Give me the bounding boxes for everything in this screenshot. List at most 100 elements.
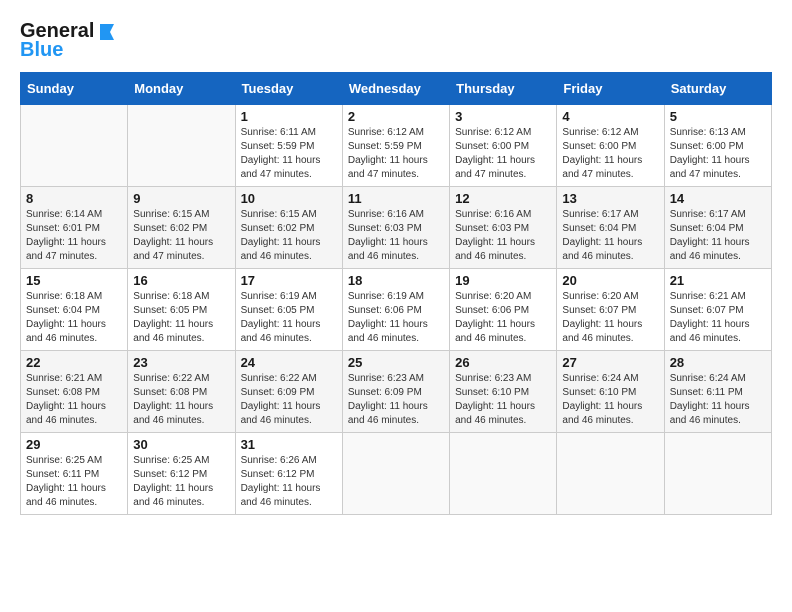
- calendar-cell: 26 Sunrise: 6:23 AMSunset: 6:10 PMDayligh…: [450, 351, 557, 433]
- calendar-cell: 30Sunrise: 6:25 AMSunset: 6:12 PMDayligh…: [128, 433, 235, 515]
- day-info: Sunrise: 6:17 AMSunset: 6:04 PMDaylight:…: [562, 208, 658, 264]
- calendar-cell: 31 Sunrise: 6:26 AMSunset: 6:12 PMDayligh…: [235, 433, 342, 515]
- day-number: 2: [348, 109, 444, 124]
- day-info: Sunrise: 6:17 AMSunset: 6:04 PMDaylight:…: [670, 208, 766, 264]
- calendar-cell: 29 Sunrise: 6:25 AMSunset: 6:11 PMDayligh…: [21, 433, 128, 515]
- day-number: 8: [26, 191, 122, 206]
- day-info: Sunrise: 6:26 AMSunset: 6:12 PMDaylight:…: [241, 454, 337, 510]
- day-info: Sunrise: 6:13 AMSunset: 6:00 PMDaylight:…: [670, 126, 766, 182]
- day-info: Sunrise: 6:11 AMSunset: 5:59 PMDaylight:…: [241, 126, 337, 182]
- calendar-cell: 15 Sunrise: 6:18 AMSunset: 6:04 PMDayligh…: [21, 269, 128, 351]
- day-of-week-header: Monday: [128, 73, 235, 105]
- day-number: 25: [348, 355, 444, 370]
- calendar-cell: 1 Sunrise: 6:11 AMSunset: 5:59 PMDaylight…: [235, 105, 342, 187]
- day-info: Sunrise: 6:15 AMSunset: 6:02 PMDaylight:…: [241, 208, 337, 264]
- day-info: Sunrise: 6:16 AMSunset: 6:03 PMDaylight:…: [455, 208, 551, 264]
- calendar-cell: [21, 105, 128, 187]
- calendar-cell: 22 Sunrise: 6:21 AMSunset: 6:08 PMDayligh…: [21, 351, 128, 433]
- day-info: Sunrise: 6:23 AMSunset: 6:10 PMDaylight:…: [455, 372, 551, 428]
- calendar-cell: 14 Sunrise: 6:17 AMSunset: 6:04 PMDayligh…: [664, 187, 771, 269]
- day-number: 19: [455, 273, 551, 288]
- day-number: 21: [670, 273, 766, 288]
- calendar-cell: 23 Sunrise: 6:22 AMSunset: 6:08 PMDayligh…: [128, 351, 235, 433]
- day-number: 12: [455, 191, 551, 206]
- day-of-week-header: Tuesday: [235, 73, 342, 105]
- calendar-cell: 9Sunrise: 6:15 AMSunset: 6:02 PMDaylight…: [128, 187, 235, 269]
- day-number: 16: [133, 273, 229, 288]
- day-number: 24: [241, 355, 337, 370]
- calendar-cell: 8 Sunrise: 6:14 AMSunset: 6:01 PMDaylight…: [21, 187, 128, 269]
- calendar-cell: 20 Sunrise: 6:20 AMSunset: 6:07 PMDayligh…: [557, 269, 664, 351]
- day-info: Sunrise: 6:16 AMSunset: 6:03 PMDaylight:…: [348, 208, 444, 264]
- day-number: 22: [26, 355, 122, 370]
- calendar-week-row: 22 Sunrise: 6:21 AMSunset: 6:08 PMDayligh…: [21, 351, 772, 433]
- calendar-cell: 10 Sunrise: 6:15 AMSunset: 6:02 PMDayligh…: [235, 187, 342, 269]
- day-info: Sunrise: 6:12 AMSunset: 6:00 PMDaylight:…: [562, 126, 658, 182]
- calendar-cell: 25 Sunrise: 6:23 AMSunset: 6:09 PMDayligh…: [342, 351, 449, 433]
- day-info: Sunrise: 6:25 AMSunset: 6:12 PMDaylight:…: [133, 454, 229, 510]
- calendar-cell: [342, 433, 449, 515]
- day-number: 17: [241, 273, 337, 288]
- day-info: Sunrise: 6:24 AMSunset: 6:10 PMDaylight:…: [562, 372, 658, 428]
- day-info: Sunrise: 6:20 AMSunset: 6:07 PMDaylight:…: [562, 290, 658, 346]
- day-info: Sunrise: 6:15 AMSunset: 6:02 PMDaylight:…: [133, 208, 229, 264]
- day-number: 3: [455, 109, 551, 124]
- logo: General Blue: [20, 20, 116, 62]
- calendar-cell: 13 Sunrise: 6:17 AMSunset: 6:04 PMDayligh…: [557, 187, 664, 269]
- day-info: Sunrise: 6:24 AMSunset: 6:11 PMDaylight:…: [670, 372, 766, 428]
- day-of-week-header: Saturday: [664, 73, 771, 105]
- day-info: Sunrise: 6:14 AMSunset: 6:01 PMDaylight:…: [26, 208, 122, 264]
- day-of-week-header: Wednesday: [342, 73, 449, 105]
- calendar-cell: 3Sunrise: 6:12 AMSunset: 6:00 PMDaylight…: [450, 105, 557, 187]
- calendar-cell: 17 Sunrise: 6:19 AMSunset: 6:05 PMDayligh…: [235, 269, 342, 351]
- page-header: General Blue: [20, 20, 772, 62]
- calendar-cell: [450, 433, 557, 515]
- day-info: Sunrise: 6:18 AMSunset: 6:04 PMDaylight:…: [26, 290, 122, 346]
- day-number: 13: [562, 191, 658, 206]
- calendar-cell: 4 Sunrise: 6:12 AMSunset: 6:00 PMDaylight…: [557, 105, 664, 187]
- day-number: 26: [455, 355, 551, 370]
- day-number: 20: [562, 273, 658, 288]
- calendar-cell: 16 Sunrise: 6:18 AMSunset: 6:05 PMDayligh…: [128, 269, 235, 351]
- day-number: 29: [26, 437, 122, 452]
- day-info: Sunrise: 6:22 AMSunset: 6:08 PMDaylight:…: [133, 372, 229, 428]
- day-info: Sunrise: 6:12 AMSunset: 5:59 PMDaylight:…: [348, 126, 444, 182]
- logo-text-blue: Blue: [20, 39, 63, 62]
- calendar-week-row: 29 Sunrise: 6:25 AMSunset: 6:11 PMDayligh…: [21, 433, 772, 515]
- calendar-cell: [557, 433, 664, 515]
- logo-flag-icon: [96, 22, 116, 42]
- day-info: Sunrise: 6:23 AMSunset: 6:09 PMDaylight:…: [348, 372, 444, 428]
- day-number: 5: [670, 109, 766, 124]
- calendar-cell: [128, 105, 235, 187]
- calendar-cell: 11 Sunrise: 6:16 AMSunset: 6:03 PMDayligh…: [342, 187, 449, 269]
- day-info: Sunrise: 6:21 AMSunset: 6:08 PMDaylight:…: [26, 372, 122, 428]
- day-number: 11: [348, 191, 444, 206]
- day-number: 31: [241, 437, 337, 452]
- calendar-cell: 21 Sunrise: 6:21 AMSunset: 6:07 PMDayligh…: [664, 269, 771, 351]
- day-number: 15: [26, 273, 122, 288]
- day-number: 14: [670, 191, 766, 206]
- calendar-cell: 28 Sunrise: 6:24 AMSunset: 6:11 PMDayligh…: [664, 351, 771, 433]
- day-number: 27: [562, 355, 658, 370]
- day-number: 10: [241, 191, 337, 206]
- day-of-week-header: Thursday: [450, 73, 557, 105]
- day-info: Sunrise: 6:18 AMSunset: 6:05 PMDaylight:…: [133, 290, 229, 346]
- day-info: Sunrise: 6:19 AMSunset: 6:05 PMDaylight:…: [241, 290, 337, 346]
- day-number: 23: [133, 355, 229, 370]
- calendar-week-row: 15 Sunrise: 6:18 AMSunset: 6:04 PMDayligh…: [21, 269, 772, 351]
- calendar-cell: 2 Sunrise: 6:12 AMSunset: 5:59 PMDaylight…: [342, 105, 449, 187]
- calendar-cell: 27 Sunrise: 6:24 AMSunset: 6:10 PMDayligh…: [557, 351, 664, 433]
- day-number: 28: [670, 355, 766, 370]
- calendar-cell: [664, 433, 771, 515]
- day-info: Sunrise: 6:19 AMSunset: 6:06 PMDaylight:…: [348, 290, 444, 346]
- calendar-cell: 19Sunrise: 6:20 AMSunset: 6:06 PMDayligh…: [450, 269, 557, 351]
- day-info: Sunrise: 6:22 AMSunset: 6:09 PMDaylight:…: [241, 372, 337, 428]
- calendar-cell: 12 Sunrise: 6:16 AMSunset: 6:03 PMDayligh…: [450, 187, 557, 269]
- day-number: 4: [562, 109, 658, 124]
- day-info: Sunrise: 6:25 AMSunset: 6:11 PMDaylight:…: [26, 454, 122, 510]
- day-number: 1: [241, 109, 337, 124]
- logo-container: General Blue: [20, 20, 116, 62]
- calendar-table: SundayMondayTuesdayWednesdayThursdayFrid…: [20, 72, 772, 515]
- day-info: Sunrise: 6:21 AMSunset: 6:07 PMDaylight:…: [670, 290, 766, 346]
- day-of-week-header: Sunday: [21, 73, 128, 105]
